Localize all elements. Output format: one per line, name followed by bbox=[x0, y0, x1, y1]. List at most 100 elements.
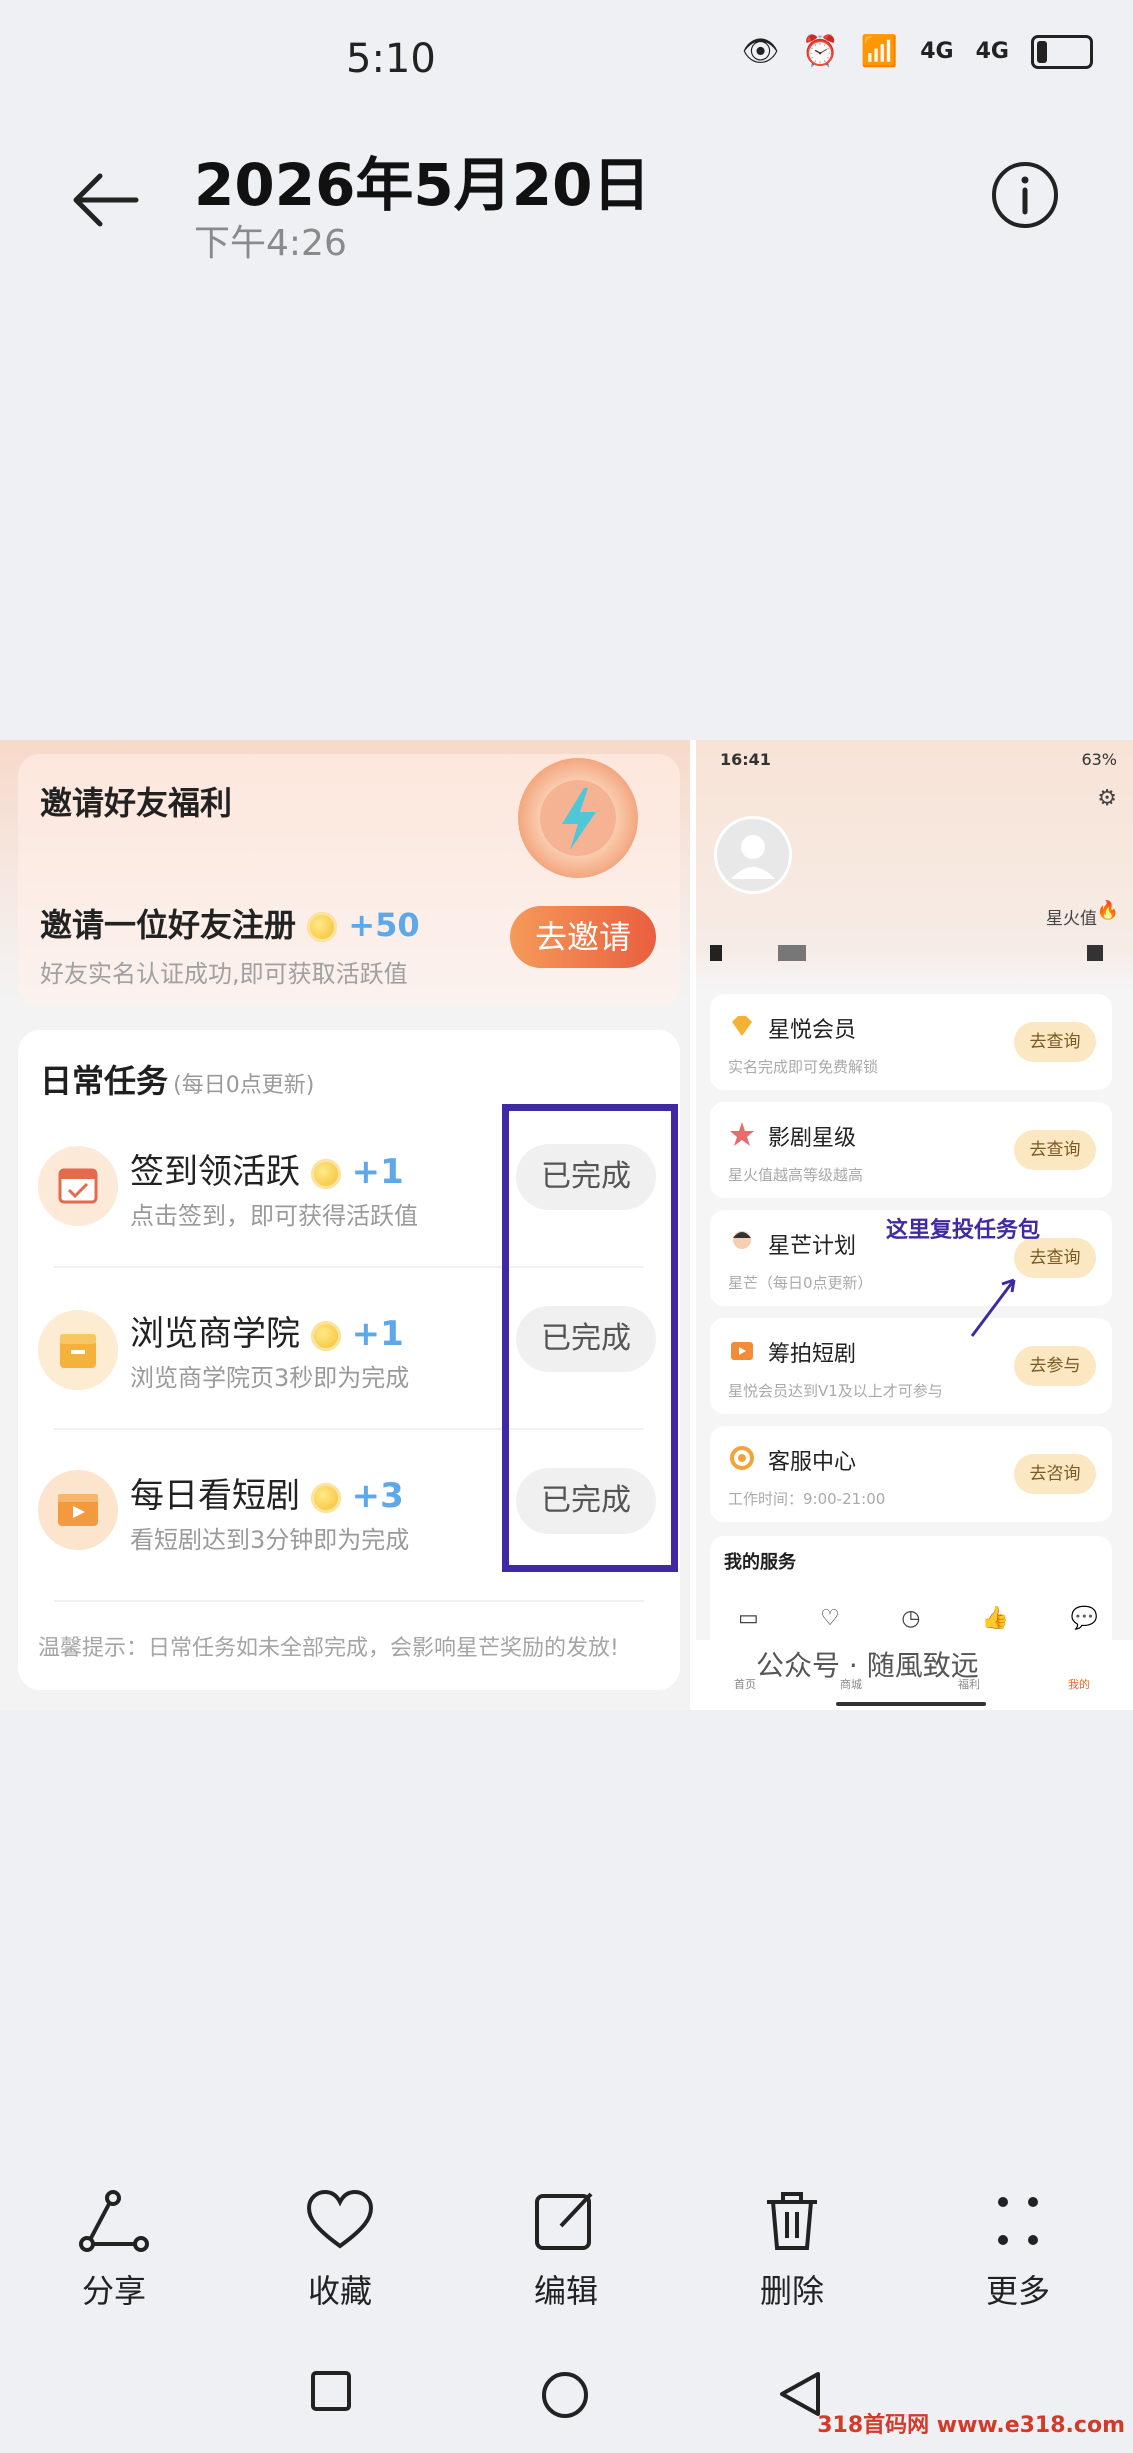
wifi-icon: 📶 bbox=[860, 34, 899, 69]
feature-desc: 星芒（每日0点更新） bbox=[728, 1274, 873, 1292]
favorite-button[interactable]: 收藏 bbox=[270, 2190, 410, 2312]
invite-header: 邀请好友福利 bbox=[40, 784, 233, 822]
trash-icon bbox=[767, 2192, 817, 2250]
more-button[interactable]: 更多 bbox=[948, 2190, 1088, 2312]
chat-icon[interactable]: 💬 bbox=[1071, 1606, 1098, 1631]
wallet-icon[interactable]: ▭ bbox=[738, 1606, 759, 1631]
task-row: 签到领活跃 +1 bbox=[130, 1144, 404, 1193]
back-nav-button[interactable] bbox=[778, 2370, 822, 2422]
feature-button[interactable]: 去查询 bbox=[1014, 1022, 1096, 1062]
favorite-label: 收藏 bbox=[307, 2272, 372, 2310]
invite-main-row: 邀请一位好友注册 +50 bbox=[40, 900, 420, 946]
left-screenshot: 邀请好友福利 邀请一位好友注册 +50 好友实名认证成功,即可获取活跃值 去邀请… bbox=[0, 740, 690, 1710]
right-status-time: 16:41 bbox=[720, 750, 771, 769]
video-player-icon bbox=[38, 1470, 118, 1550]
feature-button[interactable]: 去咨询 bbox=[1014, 1454, 1096, 1494]
share-label: 分享 bbox=[81, 2272, 146, 2310]
feature-row[interactable]: 影剧星级 星火值越高等级越高 去查询 bbox=[710, 1102, 1112, 1198]
back-arrow-icon[interactable] bbox=[70, 170, 140, 230]
feature-title: 筹拍短剧 bbox=[768, 1342, 857, 1367]
thumb-up-icon[interactable]: 👍 bbox=[982, 1606, 1009, 1631]
tab-mine[interactable]: 我的 bbox=[1068, 1676, 1090, 1692]
tab-home[interactable]: 首页 bbox=[734, 1676, 756, 1692]
feature-desc: 星悦会员达到V1及以上才可参与 bbox=[728, 1382, 943, 1400]
invite-desc: 好友实名认证成功,即可获取活跃值 bbox=[40, 960, 408, 988]
divider bbox=[54, 1600, 644, 1602]
share-icon bbox=[79, 2190, 149, 2252]
delete-button[interactable]: 删除 bbox=[722, 2190, 862, 2312]
character-icon bbox=[728, 1228, 756, 1256]
redacted-block bbox=[710, 945, 722, 961]
home-indicator bbox=[836, 1702, 986, 1706]
feature-title: 影剧星级 bbox=[768, 1126, 857, 1151]
heart-icon bbox=[306, 2190, 374, 2249]
lightning-badge-icon bbox=[518, 758, 638, 878]
info-icon[interactable] bbox=[990, 160, 1060, 230]
redacted-block bbox=[1087, 945, 1103, 961]
recents-button[interactable] bbox=[310, 2370, 352, 2416]
feature-button[interactable]: 去查询 bbox=[1014, 1238, 1096, 1278]
task-title: 每日看短剧 bbox=[130, 1476, 300, 1516]
photo-image[interactable]: 邀请好友福利 邀请一位好友注册 +50 好友实名认证成功,即可获取活跃值 去邀请… bbox=[0, 740, 1133, 1710]
heart-icon[interactable]: ♡ bbox=[820, 1606, 840, 1631]
right-screenshot: 16:41 63% ⚙ 星火值 🔥 星悦会员 实名完成即可免费解锁 去查询 影剧… bbox=[696, 740, 1133, 1710]
highlight-frame bbox=[502, 1104, 678, 1572]
edit-label: 编辑 bbox=[533, 2272, 598, 2310]
clock-icon[interactable]: ◷ bbox=[901, 1606, 920, 1631]
fire-icon: 🔥 bbox=[1096, 900, 1119, 921]
task-row: 每日看短剧 +3 bbox=[130, 1468, 404, 1517]
task-points: +1 bbox=[351, 1314, 404, 1354]
battery-icon bbox=[1031, 34, 1093, 69]
daily-note: (每日0点更新) bbox=[173, 1073, 315, 1098]
diamond-icon bbox=[728, 1012, 756, 1040]
eye-icon: 👁 bbox=[741, 34, 780, 69]
invite-button[interactable]: 去邀请 bbox=[510, 906, 656, 968]
feature-button[interactable]: 去查询 bbox=[1014, 1130, 1096, 1170]
feature-title: 客服中心 bbox=[768, 1450, 857, 1475]
share-button[interactable]: 分享 bbox=[44, 2190, 184, 2312]
headset-icon bbox=[728, 1444, 756, 1472]
feature-title: 星悦会员 bbox=[768, 1018, 857, 1043]
coin-icon bbox=[310, 1320, 341, 1351]
wechat-watermark: 公众号 · 随風致远 bbox=[756, 1649, 979, 1682]
more-dots-icon bbox=[998, 2197, 1038, 2245]
feature-row[interactable]: 筹拍短剧 星悦会员达到V1及以上才可参与 去参与 bbox=[710, 1318, 1112, 1414]
services-card: 我的服务 ▭ ♡ ◷ 👍 💬 bbox=[710, 1536, 1112, 1656]
annotation-arrow bbox=[966, 1270, 1026, 1344]
task-desc: 看短剧达到3分钟即为完成 bbox=[130, 1526, 410, 1554]
page-title: 2026年5月20日 bbox=[194, 151, 651, 219]
status-icons: 👁 ⏰ 📶 4G 4G bbox=[741, 34, 1093, 69]
tip-text: 温馨提示：日常任务如未全部完成，会影响星芒奖励的发放! bbox=[38, 1636, 619, 1661]
edit-button[interactable]: 编辑 bbox=[496, 2190, 636, 2312]
task-points: +1 bbox=[351, 1152, 404, 1192]
feature-row[interactable]: 星悦会员 实名完成即可免费解锁 去查询 bbox=[710, 994, 1112, 1090]
home-button[interactable] bbox=[540, 2370, 590, 2424]
invite-main-text: 邀请一位好友注册 bbox=[40, 906, 297, 944]
status-time: 5:10 bbox=[346, 36, 436, 82]
avatar[interactable] bbox=[714, 816, 792, 894]
signal-label-1: 4G bbox=[920, 39, 954, 64]
calendar-icon bbox=[38, 1146, 118, 1226]
bottom-tabbar: 首页 商城 福利 我的 公众号 · 随風致远 bbox=[696, 1640, 1133, 1710]
feature-row[interactable]: 客服中心 工作时间：9:00-21:00 去咨询 bbox=[710, 1426, 1112, 1522]
delete-label: 删除 bbox=[759, 2272, 824, 2310]
more-label: 更多 bbox=[985, 2272, 1050, 2310]
task-desc: 点击签到，即可获得活跃值 bbox=[130, 1202, 418, 1230]
coin-icon bbox=[310, 1158, 341, 1189]
coin-icon bbox=[307, 912, 338, 942]
daily-title-row: 日常任务 (每日0点更新) bbox=[40, 1056, 314, 1102]
page-subtitle: 下午4:26 bbox=[194, 223, 347, 264]
alarm-icon: ⏰ bbox=[801, 34, 839, 69]
film-icon bbox=[728, 1336, 756, 1364]
feature-button[interactable]: 去参与 bbox=[1014, 1346, 1096, 1386]
invite-card: 邀请好友福利 邀请一位好友注册 +50 好友实名认证成功,即可获取活跃值 去邀请 bbox=[18, 754, 680, 1006]
signal-label-2: 4G bbox=[975, 39, 1009, 64]
right-battery: 63% bbox=[1081, 750, 1117, 769]
gift-box-icon bbox=[38, 1310, 118, 1390]
daily-task-card: 日常任务 (每日0点更新) 签到领活跃 +1 点击签到，即可获得活跃值 已完成 … bbox=[18, 1030, 680, 1690]
settings-icon[interactable]: ⚙ bbox=[1097, 786, 1117, 811]
task-row: 浏览商学院 +1 bbox=[130, 1306, 404, 1355]
feature-desc: 实名完成即可免费解锁 bbox=[728, 1058, 879, 1076]
feature-title: 星芒计划 bbox=[768, 1234, 857, 1259]
star-icon bbox=[728, 1120, 756, 1148]
